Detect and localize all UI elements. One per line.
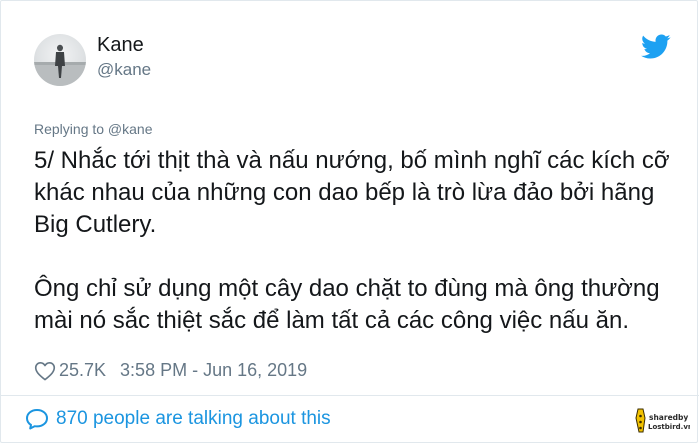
tweet-meta: 25.7K 3:58 PM - Jun 16, 2019: [34, 360, 307, 381]
talking-about-link[interactable]: 870 people are talking about this: [25, 408, 331, 430]
like-count[interactable]: 25.7K: [59, 360, 106, 381]
replying-to[interactable]: Replying to @kane: [34, 121, 153, 137]
avatar[interactable]: [34, 34, 86, 86]
tweet-datetime[interactable]: 3:58 PM - Jun 16, 2019: [120, 360, 307, 381]
tweet-card: Kane @kane Replying to @kane 5/ Nhắc tới…: [0, 0, 699, 443]
author-handle[interactable]: @kane: [97, 60, 151, 80]
twitter-bird-icon[interactable]: [641, 34, 671, 60]
tweet-text: 5/ Nhắc tới thịt thà và nấu nướng, bố mì…: [34, 145, 674, 337]
speech-bubble-icon: [26, 409, 48, 430]
tweet-paragraph: Ông chỉ sử dụng một cây dao chặt to đùng…: [34, 275, 660, 334]
divider: [1, 395, 699, 396]
heart-outline-icon[interactable]: [34, 361, 56, 381]
tweet-paragraph: 5/ Nhắc tới thịt thà và nấu nướng, bố mì…: [34, 147, 670, 238]
watermark-line2: Lostbird.vn: [648, 423, 690, 431]
talking-about-label: 870 people are talking about this: [56, 408, 331, 429]
sharedby-watermark-logo: sharedby Lostbird.vn: [635, 408, 690, 433]
watermark-line1: sharedby: [649, 413, 688, 422]
author-name[interactable]: Kane: [97, 34, 144, 57]
avatar-photo: [34, 44, 86, 86]
